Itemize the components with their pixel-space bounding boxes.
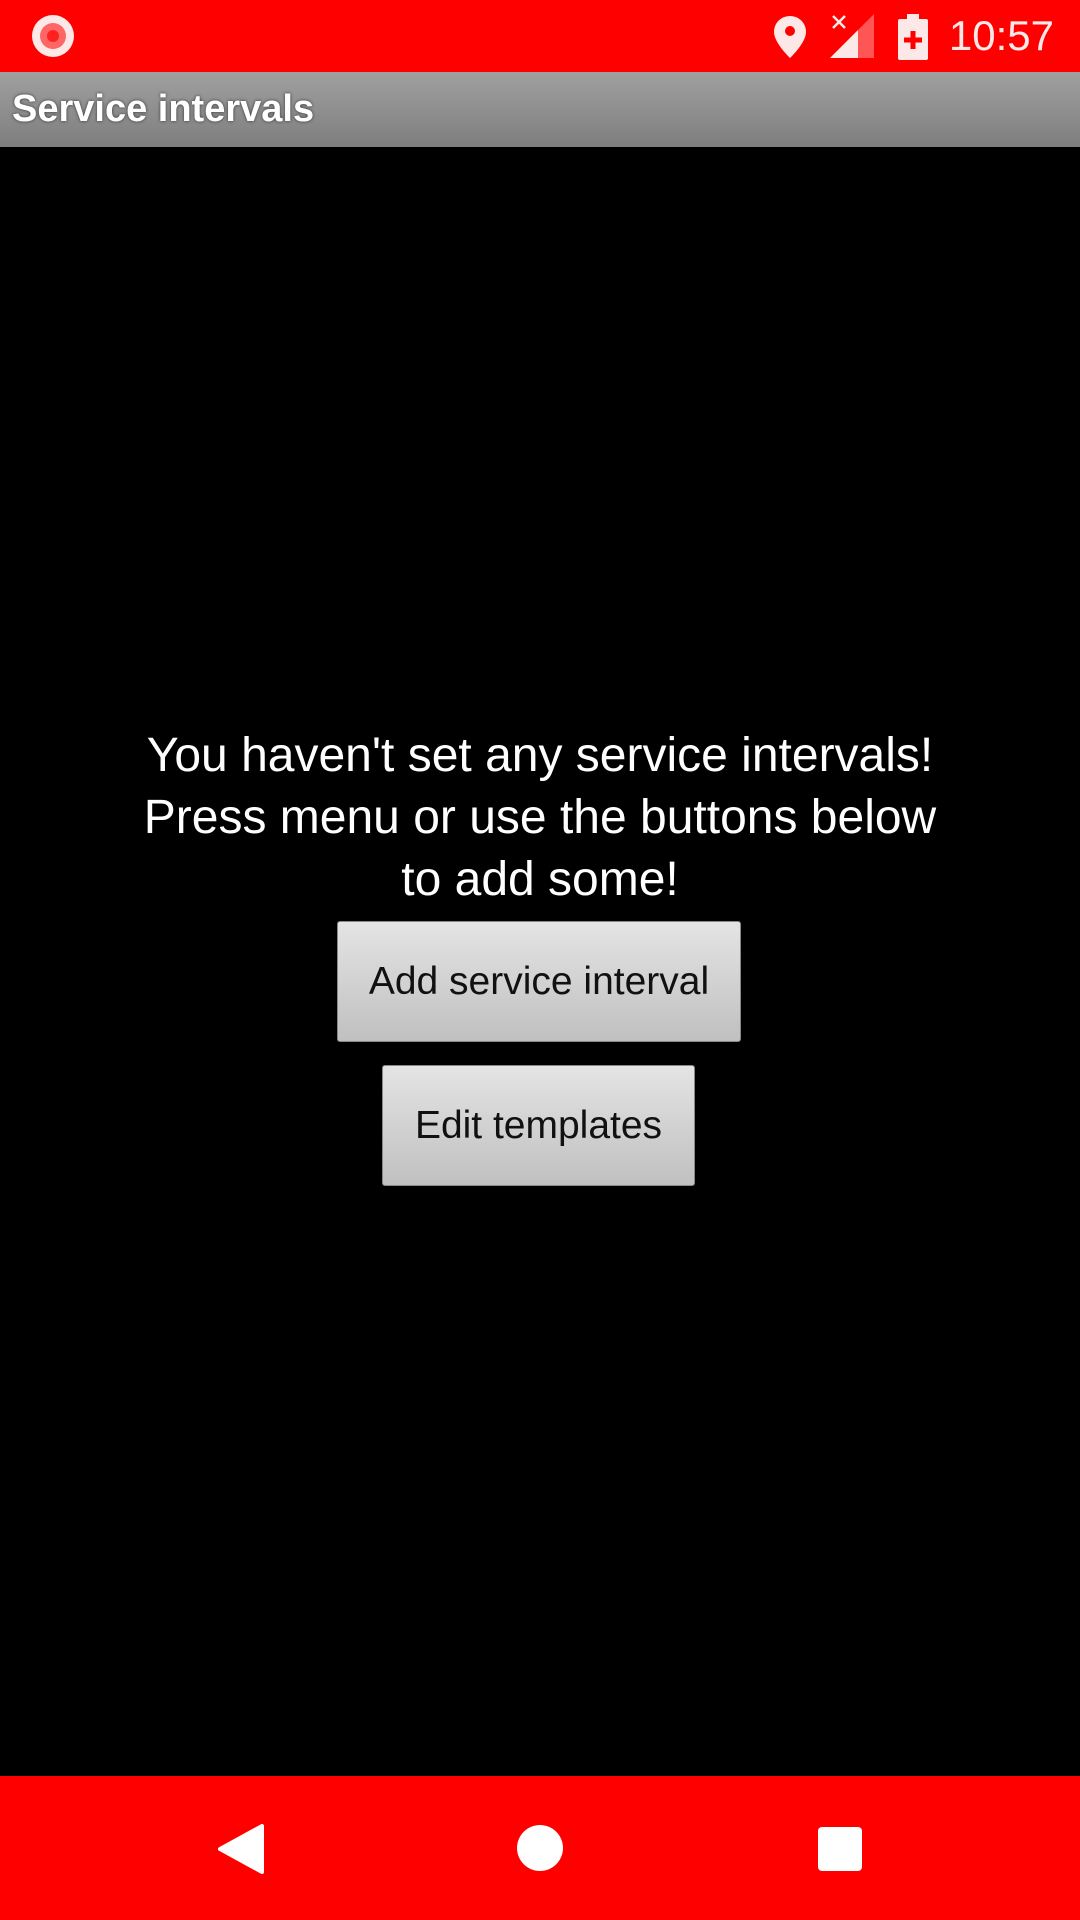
- empty-state-line: Press menu or use the buttons below: [143, 791, 937, 844]
- empty-state-message: You haven't set any service intervals! P…: [0, 725, 1080, 911]
- empty-state-line: You haven't set any service intervals!: [146, 729, 934, 782]
- edit-templates-button[interactable]: Edit templates: [382, 1065, 695, 1186]
- home-button[interactable]: [516, 1824, 564, 1877]
- location-icon: [774, 16, 806, 58]
- clock: 10:57: [948, 12, 1054, 59]
- status-bar: 10:57: [0, 0, 1080, 72]
- recents-button[interactable]: [817, 1826, 863, 1877]
- screen-record-icon: [32, 15, 74, 57]
- page-title: Service intervals: [12, 88, 315, 130]
- battery-charging-icon: [898, 14, 928, 60]
- navigation-bar: [0, 1776, 1080, 1920]
- empty-state-line: to add some!: [401, 853, 679, 906]
- back-button[interactable]: [218, 1824, 264, 1879]
- recents-icon: [818, 1827, 862, 1871]
- signal-icon: [830, 14, 874, 58]
- add-service-interval-button[interactable]: Add service interval: [337, 921, 741, 1042]
- home-icon: [517, 1825, 563, 1871]
- back-icon: [218, 1824, 264, 1874]
- app-bar: Service intervals: [0, 72, 1080, 147]
